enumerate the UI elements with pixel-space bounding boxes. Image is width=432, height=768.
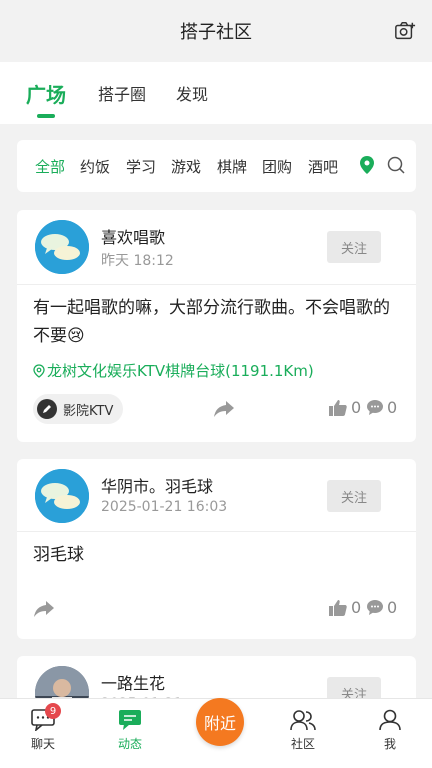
nav-me-label: 我 xyxy=(383,737,396,751)
comment-button[interactable]: 0 xyxy=(367,398,397,417)
follow-button[interactable]: 关注 xyxy=(327,480,381,512)
nearby-button[interactable]: 附近 xyxy=(196,698,244,746)
page-title: 搭子社区 xyxy=(180,22,252,43)
category-group-buy[interactable]: 团购 xyxy=(262,156,292,177)
post-location-text: 龙树文化娱乐KTV棋牌台球(1191.1Km) xyxy=(47,362,314,380)
like-count: 0 xyxy=(351,598,362,617)
category-bar: 全部 约饭 学习 游戏 棋牌 团购 酒吧 xyxy=(17,140,416,192)
nav-feed-label: 动态 xyxy=(117,737,142,751)
divider xyxy=(17,284,416,285)
location-pin-icon[interactable] xyxy=(360,156,374,174)
comment-icon xyxy=(367,600,383,615)
nav-chat[interactable]: 9 聊天 xyxy=(13,703,73,752)
post-time: 2025-01-21 16:03 xyxy=(101,499,228,515)
tab-partner-circle[interactable]: 搭子圈 xyxy=(98,62,146,124)
nav-community-label: 社区 xyxy=(290,737,315,751)
thumbs-up-icon xyxy=(329,400,347,416)
username[interactable]: 华阴市。羽毛球 xyxy=(101,473,213,497)
like-button[interactable]: 0 xyxy=(329,598,361,617)
post-content: 羽毛球 xyxy=(33,545,84,565)
top-bar: 搭子社区 xyxy=(0,0,432,62)
user-profile-icon xyxy=(379,709,401,731)
post-time: 昨天 18:12 xyxy=(101,253,174,269)
post-content: 有一起唱歌的嘛，大部分流行歌曲。不会唱歌的不要😢 xyxy=(33,298,390,346)
post-location[interactable]: 龙树文化娱乐KTV棋牌台球(1191.1Km) xyxy=(33,360,314,381)
category-all[interactable]: 全部 xyxy=(35,156,65,177)
thumbs-up-icon xyxy=(329,600,347,616)
nav-community[interactable]: 社区 xyxy=(273,709,333,752)
follow-button[interactable]: 关注 xyxy=(327,231,381,263)
main-tabs: 广场 搭子圈 发现 xyxy=(0,62,432,124)
category-dining[interactable]: 约饭 xyxy=(80,156,110,177)
like-count: 0 xyxy=(351,398,362,417)
tab-square-label: 广场 xyxy=(26,82,66,107)
avatar[interactable] xyxy=(35,469,89,523)
comment-count: 0 xyxy=(387,398,398,417)
nav-feed[interactable]: 动态 xyxy=(100,709,160,752)
nearby-button-label: 附近 xyxy=(203,714,236,733)
tab-partner-circle-label: 搭子圈 xyxy=(98,85,147,104)
category-study[interactable]: 学习 xyxy=(126,156,156,177)
like-button[interactable]: 0 xyxy=(329,398,361,417)
unread-badge: 9 xyxy=(45,703,61,719)
chat-bubbles-avatar-icon xyxy=(35,220,89,274)
category-games[interactable]: 游戏 xyxy=(171,156,201,177)
comment-count: 0 xyxy=(387,598,398,617)
pen-icon xyxy=(37,399,57,419)
nav-chat-label: 聊天 xyxy=(30,737,55,751)
share-icon[interactable] xyxy=(34,600,54,618)
post-card[interactable]: 华阴市。羽毛球 2025-01-21 16:03 关注 羽毛球 0 0 xyxy=(17,459,416,639)
username[interactable]: 一路生花 xyxy=(101,670,165,694)
search-icon[interactable] xyxy=(387,156,405,174)
divider xyxy=(17,531,416,532)
feed-icon xyxy=(119,710,141,730)
tab-discover[interactable]: 发现 xyxy=(176,62,208,124)
username[interactable]: 喜欢唱歌 xyxy=(101,224,165,248)
camera-add-icon[interactable] xyxy=(394,20,416,42)
tab-square[interactable]: 广场 xyxy=(26,62,66,124)
community-icon xyxy=(290,710,316,731)
comment-icon xyxy=(367,400,383,415)
active-tab-indicator xyxy=(37,114,55,118)
nav-me[interactable]: 我 xyxy=(360,709,420,752)
tab-discover-label: 发现 xyxy=(176,85,209,104)
comment-button[interactable]: 0 xyxy=(367,598,397,617)
post-card[interactable]: 喜欢唱歌 昨天 18:12 关注 有一起唱歌的嘛，大部分流行歌曲。不会唱歌的不要… xyxy=(17,210,416,442)
post-tag-label: 影院KTV xyxy=(63,403,114,419)
chat-bubbles-avatar-icon xyxy=(35,469,89,523)
category-bar[interactable]: 酒吧 xyxy=(308,156,338,177)
avatar[interactable] xyxy=(35,220,89,274)
post-tag[interactable]: 影院KTV xyxy=(33,394,124,424)
category-board-games[interactable]: 棋牌 xyxy=(217,156,247,177)
location-outline-icon xyxy=(33,363,45,378)
share-icon[interactable] xyxy=(214,400,234,418)
